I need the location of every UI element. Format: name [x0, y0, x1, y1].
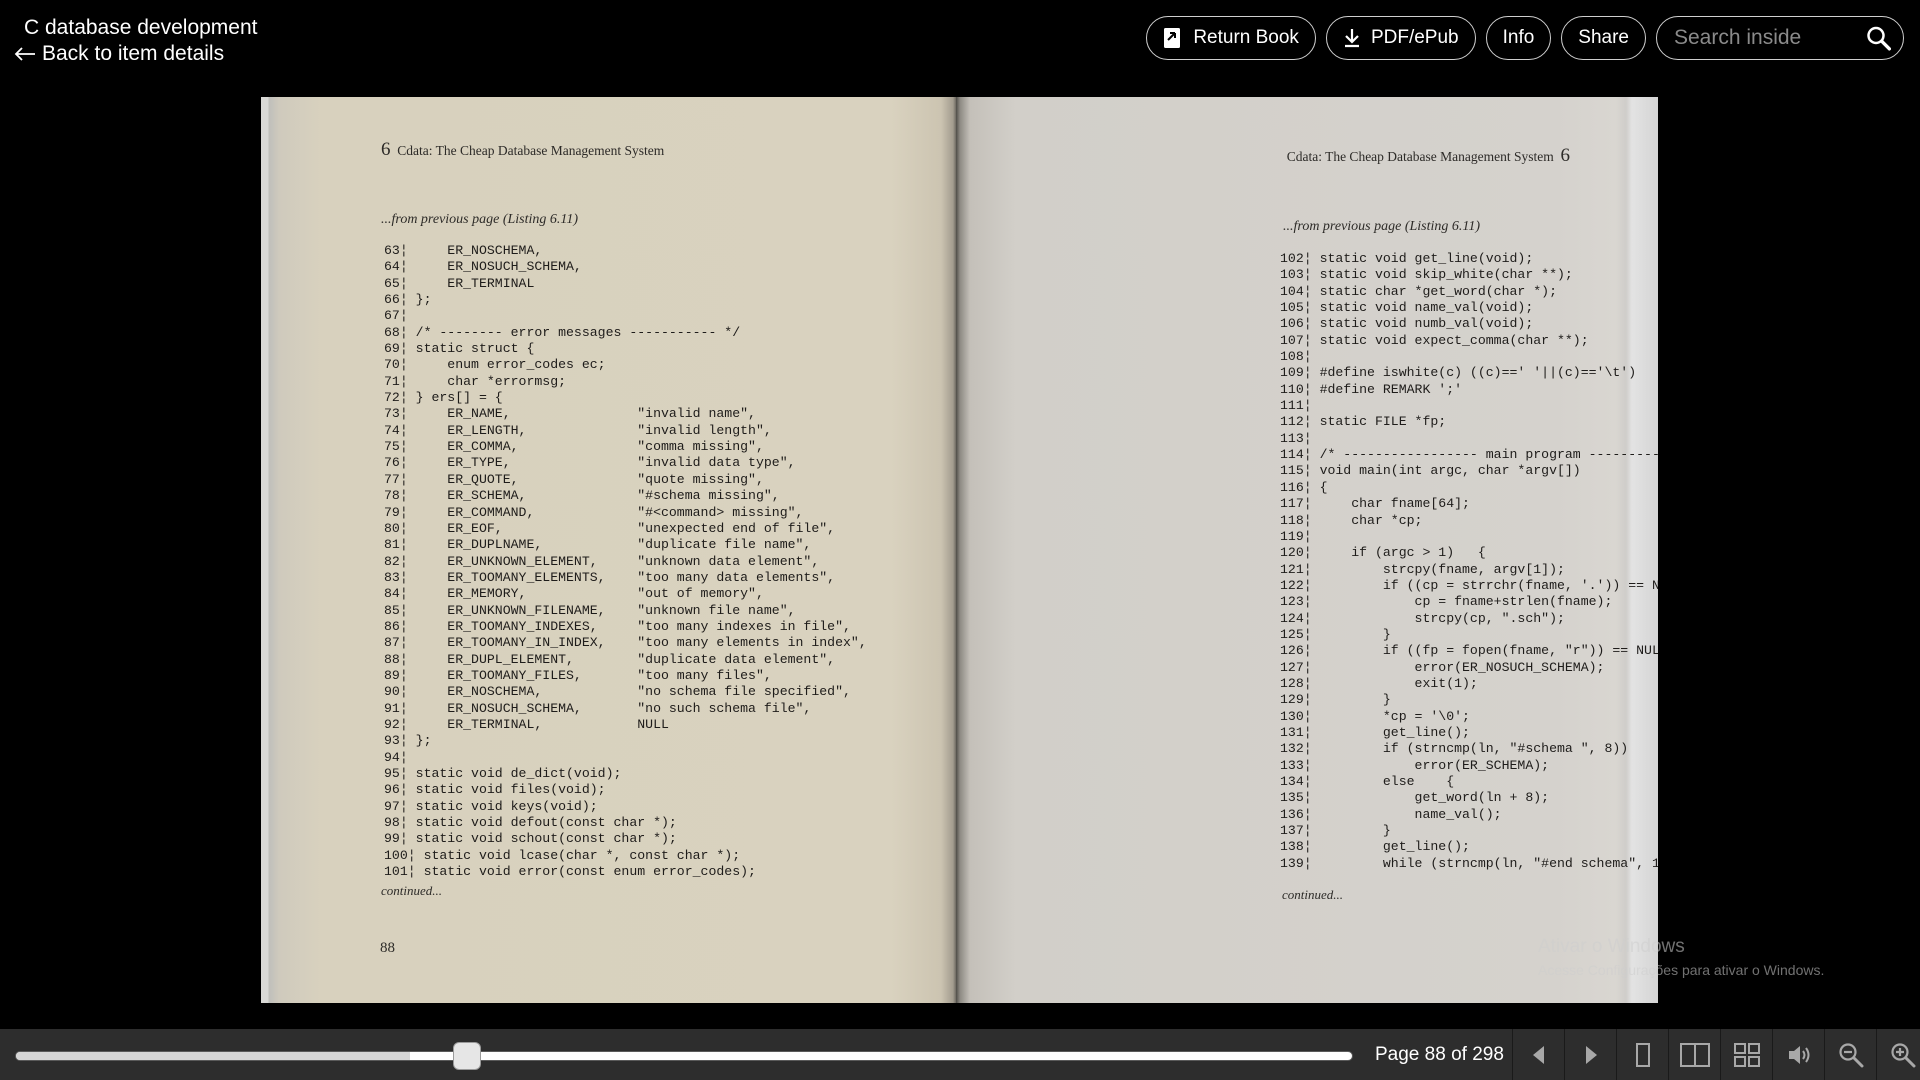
one-page-view-button[interactable]	[1616, 1029, 1668, 1080]
back-link-label: Back to item details	[42, 42, 225, 65]
prev-page-icon	[1532, 1045, 1544, 1064]
prev-page-button[interactable]	[1512, 1029, 1564, 1080]
pdf-epub-label: PDF/ePub	[1370, 27, 1459, 48]
left-continued: continued...	[381, 883, 443, 898]
right-from-previous: ...from previous page (Listing 6.11)	[1283, 219, 1481, 234]
share-label: Share	[1578, 27, 1629, 48]
left-chapter-number: 6	[381, 139, 391, 160]
zoom-in-icon	[1890, 1042, 1915, 1067]
one-page-view-icon	[1635, 1042, 1650, 1067]
two-page-view-icon	[1679, 1042, 1710, 1067]
search-inside-input[interactable]	[1672, 25, 1856, 51]
read-aloud-button[interactable]	[1772, 1029, 1824, 1080]
share-button[interactable]: Share	[1561, 16, 1646, 60]
right-chapter-number: 6	[1560, 145, 1571, 166]
right-code-listing: 102¦ static void get_line(void); 103¦ st…	[1280, 251, 1658, 871]
page-slider-thumb[interactable]	[453, 1042, 481, 1070]
right-running-head: Cdata: The Cheap Database Management Sys…	[1287, 145, 1570, 167]
left-code-listing: 63¦ ER_NOSCHEMA, 64¦ ER_NOSUCH_SCHEMA, 6…	[384, 243, 867, 880]
pdf-epub-button[interactable]: PDF/ePub	[1325, 16, 1476, 60]
left-page-number: 88	[380, 940, 395, 956]
page-slider-track[interactable]	[15, 1051, 1353, 1061]
thumbnail-view-icon	[1733, 1042, 1760, 1067]
page-slider-fill	[16, 1052, 411, 1060]
read-aloud-icon	[1788, 1045, 1809, 1064]
return-book-button[interactable]: Return Book	[1146, 16, 1316, 60]
left-running-head-text: Cdata: The Cheap Database Management Sys…	[397, 143, 665, 158]
two-page-view-button[interactable]	[1668, 1029, 1720, 1080]
book-spread: 6 Cdata: The Cheap Database Management S…	[261, 97, 1658, 1003]
right-page[interactable]: Cdata: The Cheap Database Management Sys…	[956, 97, 1658, 1003]
zoom-out-icon	[1838, 1042, 1863, 1067]
download-icon	[1344, 29, 1359, 48]
return-book-icon	[1164, 28, 1181, 48]
arrow-left-icon	[14, 47, 35, 61]
zoom-in-button[interactable]	[1876, 1029, 1920, 1080]
search-inside-box	[1656, 16, 1904, 60]
back-to-item-details-link[interactable]: Back to item details	[14, 42, 224, 66]
page-indicator: Page 88 of 298	[1375, 1044, 1504, 1065]
return-book-label: Return Book	[1193, 27, 1299, 48]
bottom-bar: Page 88 of 298	[0, 1029, 1920, 1080]
book-title: C database development	[24, 16, 258, 39]
top-actions: Return Book PDF/ePub Info Share	[1146, 16, 1904, 60]
next-page-button[interactable]	[1564, 1029, 1616, 1080]
right-running-head-text: Cdata: The Cheap Database Management Sys…	[1286, 149, 1554, 164]
right-continued: continued...	[1282, 887, 1344, 902]
viewer-controls	[1512, 1029, 1920, 1080]
top-bar: C database development Back to item deta…	[0, 0, 1920, 96]
info-button[interactable]: Info	[1485, 16, 1552, 60]
zoom-out-button[interactable]	[1824, 1029, 1876, 1080]
next-page-icon	[1585, 1045, 1597, 1064]
search-icon[interactable]	[1866, 23, 1891, 53]
left-running-head: 6 Cdata: The Cheap Database Management S…	[381, 139, 664, 161]
left-page[interactable]: 6 Cdata: The Cheap Database Management S…	[261, 97, 956, 1003]
info-label: Info	[1502, 27, 1535, 48]
left-from-previous: ...from previous page (Listing 6.11)	[381, 212, 579, 227]
thumbnail-view-button[interactable]	[1720, 1029, 1772, 1080]
